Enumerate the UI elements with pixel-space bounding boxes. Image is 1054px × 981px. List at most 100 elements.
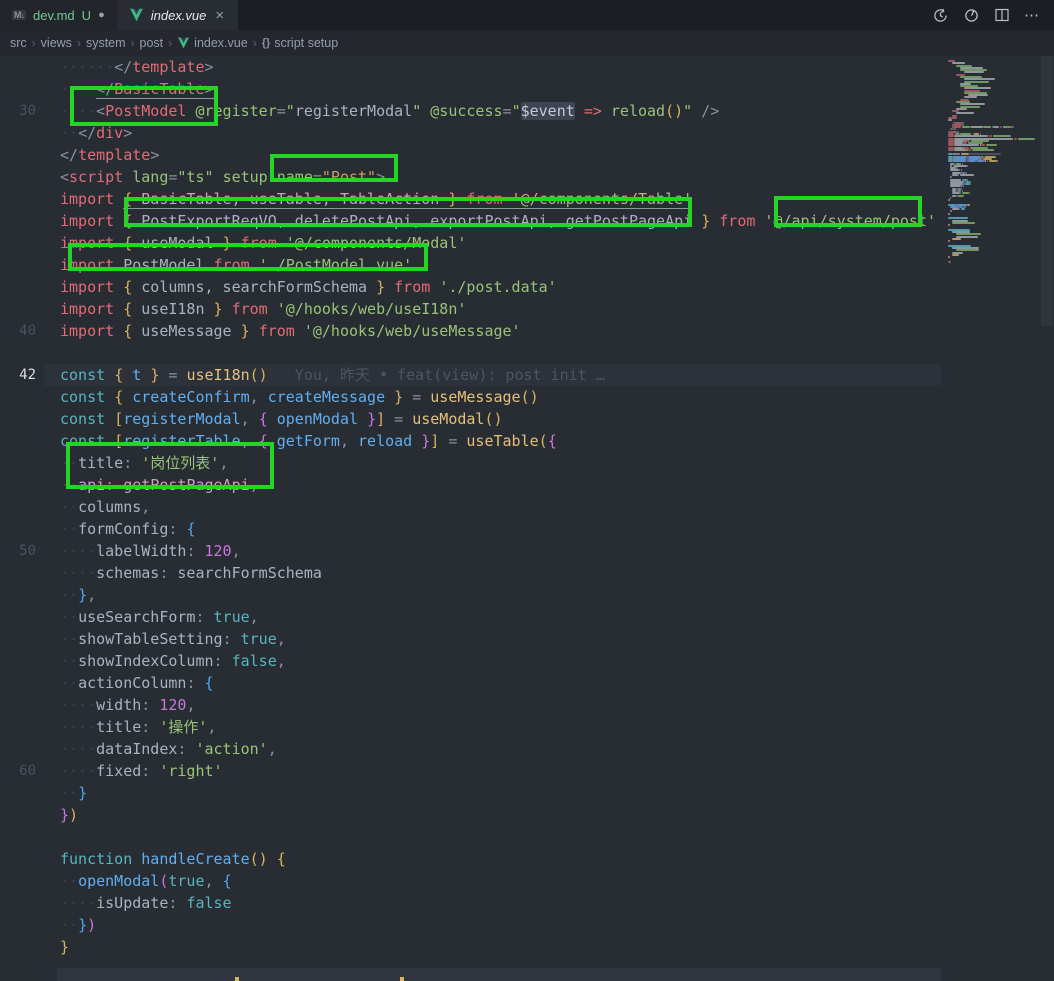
line-number[interactable]: 30 [0,100,44,122]
line-number[interactable] [0,672,44,694]
line-number[interactable] [0,936,44,958]
line-number[interactable] [0,606,44,628]
line-number[interactable] [0,188,44,210]
line-number[interactable] [0,430,44,452]
code-line[interactable]: ··actionColumn: { [0,672,941,694]
code-line[interactable]: import PostModel from './PostModel.vue' [0,254,941,276]
line-number[interactable] [0,56,44,78]
code-line[interactable]: ··showIndexColumn: false, [0,650,941,672]
code-line[interactable]: <script lang="ts" setup name="Post"> [0,166,941,188]
partial-code-line[interactable] [57,968,941,981]
code-line[interactable]: ····</BasicTable> [0,78,941,100]
code-editor[interactable]: ······</template>····</BasicTable>30····… [0,56,941,980]
code-line[interactable]: ····dataIndex: 'action', [0,738,941,760]
code-line[interactable]: } [0,936,941,958]
breadcrumb-symbol[interactable]: {} script setup [262,36,338,50]
code-line[interactable]: ····schemas: searchFormSchema [0,562,941,584]
line-number[interactable] [0,518,44,540]
line-number[interactable] [0,826,44,848]
breadcrumb-post[interactable]: post [140,36,164,50]
code-line[interactable]: ····isUpdate: false [0,892,941,914]
breadcrumb-src[interactable]: src [10,36,27,50]
code-line[interactable]: 42const { t } = useI18n() You, 昨天 • feat… [0,364,941,386]
line-number[interactable] [0,914,44,936]
scrollbar-thumb[interactable] [1041,56,1053,326]
code-line[interactable]: ··openModal(true, { [0,870,941,892]
code-line[interactable]: ··columns, [0,496,941,518]
line-number[interactable] [0,738,44,760]
unsaved-dot-icon[interactable]: ● [98,9,105,21]
run-icon[interactable] [963,7,980,24]
code-line[interactable]: const [registerModal, { openModal }] = u… [0,408,941,430]
code-line[interactable]: import { BasicTable, useTable, TableActi… [0,188,941,210]
code-line[interactable]: </template> [0,144,941,166]
breadcrumb-file[interactable]: index.vue [177,36,248,50]
timeline-icon[interactable] [932,7,949,24]
line-number[interactable] [0,232,44,254]
code-line[interactable]: ··formConfig: { [0,518,941,540]
line-number[interactable] [0,452,44,474]
code-line[interactable]: const [registerTable, { getForm, reload … [0,430,941,452]
line-number[interactable]: 42 [0,364,44,386]
line-number[interactable] [0,628,44,650]
split-editor-icon[interactable] [994,7,1010,23]
line-number[interactable] [0,584,44,606]
line-number[interactable] [0,496,44,518]
line-number[interactable] [0,386,44,408]
code-line[interactable]: 60····fixed: 'right' [0,760,941,782]
code-line[interactable] [0,826,941,848]
line-number[interactable] [0,562,44,584]
code-line[interactable]: function handleCreate() { [0,848,941,870]
code-line[interactable]: ··useSearchForm: true, [0,606,941,628]
code-line[interactable]: import { useI18n } from '@/hooks/web/use… [0,298,941,320]
tab-dev-md[interactable]: M↓ dev.md U ● [0,0,117,30]
code-line[interactable]: 50····labelWidth: 120, [0,540,941,562]
line-number[interactable] [0,650,44,672]
line-number[interactable] [0,870,44,892]
line-number[interactable] [0,848,44,870]
code-line[interactable]: ··}, [0,584,941,606]
code-line[interactable] [0,342,941,364]
line-number[interactable]: 40 [0,320,44,342]
line-number[interactable] [0,78,44,100]
line-number[interactable] [0,892,44,914]
code-line[interactable]: ··} [0,782,941,804]
line-number[interactable]: 50 [0,540,44,562]
code-line[interactable]: }) [0,804,941,826]
line-number[interactable] [0,958,44,980]
code-line[interactable]: import { useModal } from '@/components/M… [0,232,941,254]
minimap[interactable] [944,56,1040,981]
breadcrumb-views[interactable]: views [41,36,72,50]
scrollbar[interactable] [1040,56,1054,981]
line-number[interactable] [0,276,44,298]
line-number[interactable] [0,254,44,276]
line-number[interactable] [0,782,44,804]
line-number[interactable] [0,144,44,166]
line-number[interactable] [0,342,44,364]
code-line[interactable]: import { columns, searchFormSchema } fro… [0,276,941,298]
code-line[interactable]: ··api: getPostPageApi, [0,474,941,496]
line-number[interactable]: 60 [0,760,44,782]
code-line[interactable]: ··}) [0,914,941,936]
line-number[interactable] [0,408,44,430]
code-line[interactable]: const { createConfirm, createMessage } =… [0,386,941,408]
code-line[interactable]: ··</div> [0,122,941,144]
code-line[interactable]: ··title: '岗位列表', [0,452,941,474]
line-number[interactable] [0,210,44,232]
code-line[interactable]: ··showTableSetting: true, [0,628,941,650]
tab-index-vue[interactable]: index.vue × [117,0,238,30]
line-number[interactable] [0,694,44,716]
line-number[interactable] [0,122,44,144]
close-icon[interactable]: × [213,7,226,24]
code-line[interactable]: import { PostExportReqVO, deletePostApi,… [0,210,941,232]
line-number[interactable] [0,716,44,738]
code-line[interactable]: ····width: 120, [0,694,941,716]
code-line[interactable]: 40import { useMessage } from '@/hooks/we… [0,320,941,342]
code-line[interactable]: ······</template> [0,56,941,78]
more-actions-icon[interactable]: ⋯ [1024,6,1040,24]
code-line[interactable]: 30····<PostModel @register="registerModa… [0,100,941,122]
line-number[interactable] [0,166,44,188]
breadcrumb-system[interactable]: system [86,36,126,50]
code-line[interactable]: ····title: '操作', [0,716,941,738]
line-number[interactable] [0,474,44,496]
